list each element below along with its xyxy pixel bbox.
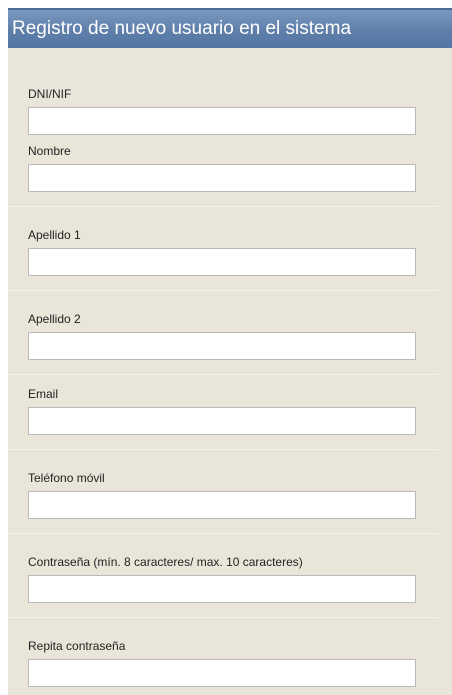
email-input[interactable] xyxy=(28,407,416,435)
form-header: Registro de nuevo usuario en el sistema xyxy=(8,8,452,48)
form-title: Registro de nuevo usuario en el sistema xyxy=(12,18,352,39)
telefono-movil-label: Teléfono móvil xyxy=(28,471,105,485)
field-divider xyxy=(8,617,438,618)
email-label: Email xyxy=(28,387,59,401)
apellido-2-label: Apellido 2 xyxy=(28,312,81,326)
dni-nif-input[interactable] xyxy=(28,107,416,135)
nombre-label: Nombre xyxy=(28,144,71,158)
field-divider xyxy=(8,374,438,375)
dni-nif-label: DNI/NIF xyxy=(28,87,72,101)
field-divider xyxy=(8,206,438,207)
apellido-2-input[interactable] xyxy=(28,332,416,360)
contrasena-label: Contraseña (mín. 8 caracteres/ max. 10 c… xyxy=(28,555,303,569)
repita-contrasena-label: Repita contraseña xyxy=(28,639,126,653)
apellido-1-input[interactable] xyxy=(28,248,416,276)
telefono-movil-input[interactable] xyxy=(28,491,416,519)
apellido-1-label: Apellido 1 xyxy=(28,228,81,242)
registration-form-panel: Registro de nuevo usuario en el sistema … xyxy=(8,8,452,695)
field-divider xyxy=(8,449,438,450)
nombre-input[interactable] xyxy=(28,164,416,192)
field-divider xyxy=(8,533,438,534)
field-divider xyxy=(8,290,438,291)
repita-contrasena-input[interactable] xyxy=(28,659,416,687)
contrasena-input[interactable] xyxy=(28,575,416,603)
